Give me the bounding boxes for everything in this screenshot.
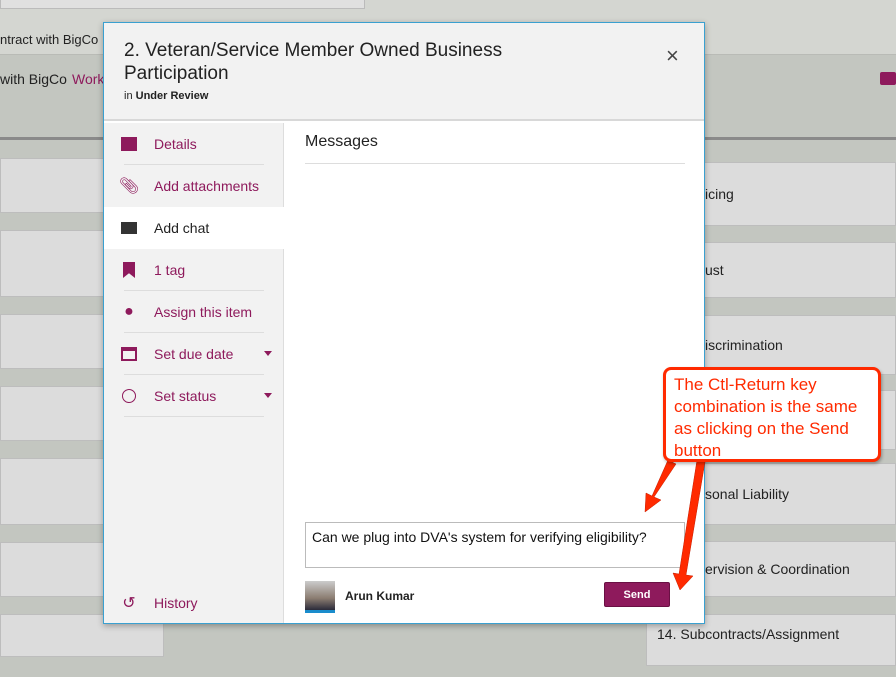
callout-arrows <box>644 459 706 591</box>
annotation-callout: The Ctl-Return key combination is the sa… <box>663 367 881 462</box>
arrow-to-input <box>644 459 677 513</box>
arrow-to-send <box>672 459 706 591</box>
